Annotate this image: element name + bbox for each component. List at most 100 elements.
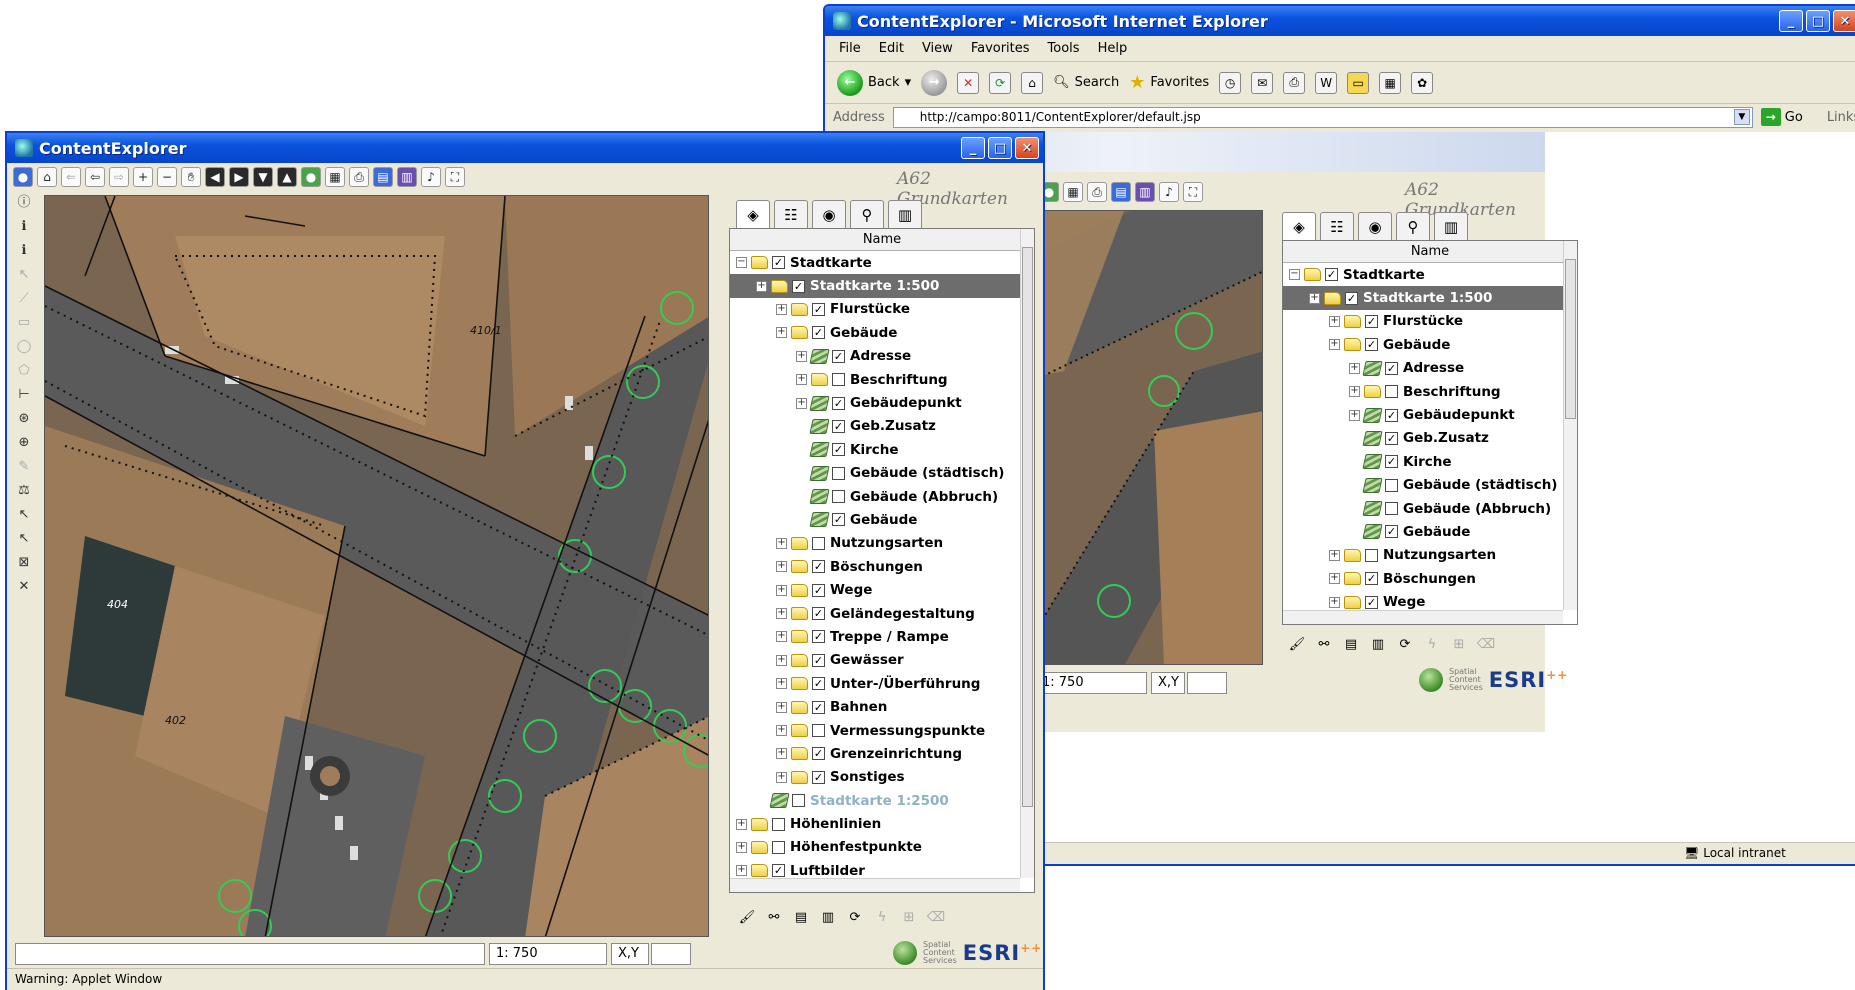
layer-checkbox[interactable]: ✓ bbox=[1325, 268, 1338, 282]
tab-chart[interactable]: ▥ bbox=[1434, 212, 1468, 240]
expand-icon[interactable]: + bbox=[1349, 386, 1360, 398]
research-icon[interactable]: ▦ bbox=[1379, 71, 1402, 94]
expand-icon[interactable]: + bbox=[776, 561, 787, 573]
layer-checkbox[interactable] bbox=[832, 490, 845, 504]
full-extent-icon[interactable]: ⛶ bbox=[445, 167, 465, 187]
layer-checkbox[interactable]: ✓ bbox=[812, 630, 825, 644]
table-icon[interactable]: ▤ bbox=[1341, 635, 1361, 655]
layer-checkbox[interactable]: ✓ bbox=[812, 560, 825, 574]
ie-close-button[interactable]: ✕ bbox=[1833, 10, 1855, 32]
tree-row[interactable]: + ✓ Gewässer bbox=[730, 649, 1034, 672]
pan-left-icon[interactable]: ◀ bbox=[205, 167, 225, 187]
tree-row[interactable]: ✓ Kirche bbox=[730, 438, 1034, 461]
tab-globe[interactable]: ◉ bbox=[812, 200, 846, 228]
buffer-icon[interactable]: ⊛ bbox=[13, 409, 35, 429]
layer-checkbox[interactable]: ✓ bbox=[812, 677, 825, 691]
tree-row[interactable]: + ✓ Grenzeinrichtung bbox=[730, 742, 1034, 765]
expand-icon[interactable]: + bbox=[1329, 549, 1340, 561]
overview-icon[interactable]: ▦ bbox=[1063, 182, 1083, 202]
layer-checkbox[interactable] bbox=[1385, 385, 1398, 399]
layer-checkbox[interactable] bbox=[812, 724, 825, 737]
embedded-tree-hscroll[interactable] bbox=[1283, 610, 1563, 624]
layer-checkbox[interactable] bbox=[1385, 502, 1398, 516]
expand-icon[interactable]: + bbox=[776, 584, 787, 596]
tree-row[interactable]: Gebäude (städtisch) bbox=[1283, 474, 1577, 497]
expand-icon[interactable]: + bbox=[736, 865, 747, 877]
tab-layers[interactable]: ◈ bbox=[1282, 212, 1316, 240]
refresh-layers-icon[interactable]: ⟳ bbox=[845, 908, 865, 928]
layer-checkbox[interactable]: ✓ bbox=[1385, 431, 1398, 445]
brush-icon[interactable]: 🖌︎ bbox=[1287, 635, 1307, 655]
applet-title-bar[interactable]: ContentExplorer _ □ ✕ bbox=[7, 133, 1043, 163]
book-icon[interactable]: ▥ bbox=[1135, 182, 1155, 202]
overview-icon[interactable]: ▦ bbox=[325, 167, 345, 187]
layer-checkbox[interactable]: ✓ bbox=[1385, 455, 1398, 469]
expand-icon[interactable]: + bbox=[776, 701, 787, 713]
layer-checkbox[interactable]: ✓ bbox=[832, 349, 845, 363]
full-extent-icon[interactable]: ⛶ bbox=[1183, 182, 1203, 202]
history-icon[interactable]: ◷ bbox=[1219, 71, 1242, 94]
expand-icon[interactable]: + bbox=[1349, 362, 1360, 374]
print-map-icon[interactable]: ⎙ bbox=[349, 167, 369, 187]
tree-row[interactable]: ✓ Kirche bbox=[1283, 450, 1577, 473]
tab-legend[interactable]: ☷ bbox=[774, 200, 808, 228]
tree-row[interactable]: − ✓ Stadtkarte bbox=[1283, 263, 1577, 286]
stop-icon[interactable]: ✕ bbox=[957, 71, 980, 94]
tab-layers[interactable]: ◈ bbox=[736, 200, 770, 228]
expand-icon[interactable]: + bbox=[776, 608, 787, 620]
layer-checkbox[interactable]: ✓ bbox=[812, 770, 825, 784]
tree-row[interactable]: ✓ Geb.Zusatz bbox=[1283, 427, 1577, 450]
map-view[interactable]: 410/1 404 402 bbox=[44, 195, 709, 937]
layer-checkbox[interactable] bbox=[832, 373, 845, 387]
expand-icon[interactable]: + bbox=[1329, 573, 1340, 585]
search-button[interactable]: 🔍︎ Search bbox=[1053, 75, 1119, 90]
layer-checkbox[interactable]: ✓ bbox=[1365, 338, 1378, 352]
go-button[interactable]: → Go bbox=[1760, 108, 1803, 126]
layer-checkbox[interactable]: ✓ bbox=[832, 396, 845, 410]
expand-icon[interactable]: + bbox=[756, 280, 767, 292]
tree-vscroll[interactable] bbox=[1020, 229, 1034, 878]
messenger-icon[interactable]: ✿ bbox=[1411, 71, 1434, 94]
tree-row[interactable]: + ✓ Adresse bbox=[730, 345, 1034, 368]
layer-checkbox[interactable]: ✓ bbox=[832, 513, 845, 527]
layer-checkbox[interactable]: ✓ bbox=[812, 326, 825, 340]
applet-close-button[interactable]: ✕ bbox=[1015, 137, 1039, 159]
query-icon[interactable]: ⊕ bbox=[13, 433, 35, 453]
tree-row[interactable]: + ✓ Böschungen bbox=[1283, 567, 1577, 590]
address-input[interactable]: http://campo:8011/ContentExplorer/defaul… bbox=[892, 106, 1753, 128]
tree-row[interactable]: + Vermessungspunkte bbox=[730, 719, 1034, 742]
select-feature-icon[interactable]: ↖ bbox=[13, 505, 35, 525]
print-icon[interactable]: ⎙ bbox=[1283, 71, 1306, 94]
zoom-in-icon[interactable]: + bbox=[133, 167, 153, 187]
tree-row[interactable]: + ✓ Gebäudepunkt bbox=[1283, 403, 1577, 426]
tree-row[interactable]: + Beschriftung bbox=[730, 368, 1034, 391]
tree-row[interactable]: + Höhenfestpunkte bbox=[730, 836, 1034, 859]
expand-icon[interactable]: + bbox=[1349, 409, 1360, 421]
layer-checkbox[interactable]: ✓ bbox=[812, 302, 825, 316]
layer-checkbox[interactable] bbox=[812, 536, 825, 550]
layer-checkbox[interactable]: ✓ bbox=[1365, 314, 1378, 328]
previous-extent-icon[interactable]: ⇐ bbox=[61, 167, 81, 187]
tree-row[interactable]: + ✓ Gebäudepunkt bbox=[730, 391, 1034, 414]
scale-bar-icon[interactable]: ⚖ bbox=[13, 481, 35, 501]
layer-checkbox[interactable]: ✓ bbox=[1345, 291, 1358, 305]
layer-book-icon[interactable]: ▤ bbox=[373, 167, 393, 187]
tree-row[interactable]: ✓ Gebäude bbox=[1283, 520, 1577, 543]
globe-icon[interactable]: ● bbox=[301, 167, 321, 187]
back-dropdown-icon[interactable]: ▾ bbox=[905, 75, 912, 90]
clear-selection-icon[interactable]: ⊠ bbox=[13, 553, 35, 573]
layer-checkbox[interactable]: ✓ bbox=[812, 747, 825, 761]
collapse-icon[interactable]: − bbox=[1289, 269, 1300, 281]
ie-minimize-button[interactable]: _ bbox=[1779, 10, 1803, 32]
address-dropdown-icon[interactable]: ▼ bbox=[1733, 108, 1750, 125]
tree-row[interactable]: + ✓ Treppe / Rampe bbox=[730, 625, 1034, 648]
links-label[interactable]: Links bbox=[1827, 110, 1855, 125]
expand-icon[interactable]: + bbox=[796, 374, 807, 386]
tree-row[interactable]: + ✓ Flurstücke bbox=[1283, 310, 1577, 333]
tab-chart[interactable]: ▥ bbox=[888, 200, 922, 228]
globe-full-extent-icon[interactable]: ● bbox=[13, 167, 33, 187]
layer-checkbox[interactable]: ✓ bbox=[812, 700, 825, 714]
home-icon[interactable]: ⌂ bbox=[1021, 71, 1044, 94]
tree-row[interactable]: + ✓ Wege bbox=[730, 578, 1034, 601]
tree-row[interactable]: + ✓ Stadtkarte 1:500 bbox=[1283, 286, 1577, 310]
